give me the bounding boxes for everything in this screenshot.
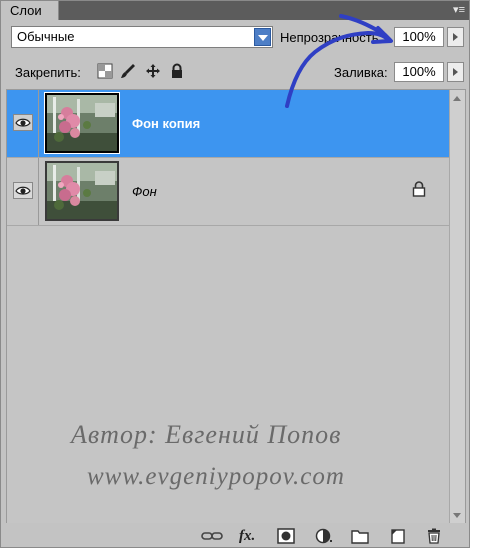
visibility-cell <box>7 90 39 157</box>
lock-label: Закрепить: <box>15 65 81 80</box>
eye-icon[interactable] <box>13 114 33 131</box>
link-layers-icon[interactable] <box>201 528 223 544</box>
fx-label: fx <box>239 528 252 544</box>
lock-icon <box>412 181 426 197</box>
fill-field[interactable]: 100% <box>394 62 444 82</box>
scroll-down-icon[interactable] <box>453 513 461 518</box>
layer-name[interactable]: Фон копия <box>132 116 200 132</box>
eye-icon[interactable] <box>13 182 33 199</box>
layers-panel: Слои ▾≡ Обычные Непрозрачность: 100% Зак… <box>0 0 470 548</box>
panel-menu-icon[interactable]: ▾≡ <box>453 1 465 20</box>
lock-all-icon[interactable] <box>169 63 185 79</box>
add-mask-icon[interactable] <box>277 528 295 544</box>
layers-scrollbar[interactable] <box>449 90 465 524</box>
layer-thumbnail[interactable] <box>44 92 120 154</box>
layer-name[interactable]: Фон <box>132 184 157 200</box>
new-group-icon[interactable] <box>351 528 369 544</box>
visibility-cell <box>7 158 39 225</box>
watermark-url: www.evgeniypopov.com <box>87 463 345 490</box>
watermark-author: Автор: Евгений Попов <box>71 420 342 449</box>
opacity-label: Непрозрачность: <box>280 30 383 45</box>
opacity-field[interactable]: 100% <box>394 27 444 47</box>
layer-divider <box>7 225 450 226</box>
scroll-up-icon[interactable] <box>453 96 461 101</box>
layer-row[interactable]: Фон копия <box>7 90 450 157</box>
delete-layer-icon[interactable] <box>425 528 443 544</box>
new-layer-icon[interactable] <box>389 528 407 544</box>
panel-tab-bar: Слои ▾≡ <box>1 1 469 20</box>
fill-label: Заливка: <box>334 65 388 80</box>
tab-layers[interactable]: Слои <box>1 1 59 20</box>
blend-mode-value: Обычные <box>17 29 75 44</box>
layers-footer-toolbar: fx. <box>1 523 469 547</box>
layer-thumbnail[interactable] <box>45 161 119 221</box>
lock-image-pixels-icon[interactable] <box>120 63 136 79</box>
opacity-slider-button[interactable] <box>447 27 464 47</box>
fill-slider-button[interactable] <box>447 62 464 82</box>
layer-row[interactable]: Фон <box>7 158 450 225</box>
chevron-down-icon[interactable] <box>254 28 271 46</box>
layers-list: Фон копия Фон Автор: Евгений Попов www.e… <box>6 89 466 525</box>
lock-transparent-pixels-icon[interactable] <box>97 63 113 79</box>
adjustment-layer-icon[interactable] <box>315 528 333 544</box>
layer-style-fx-icon[interactable]: fx. <box>239 528 263 544</box>
blend-mode-select[interactable]: Обычные <box>11 26 273 48</box>
lock-position-icon[interactable] <box>145 63 161 79</box>
